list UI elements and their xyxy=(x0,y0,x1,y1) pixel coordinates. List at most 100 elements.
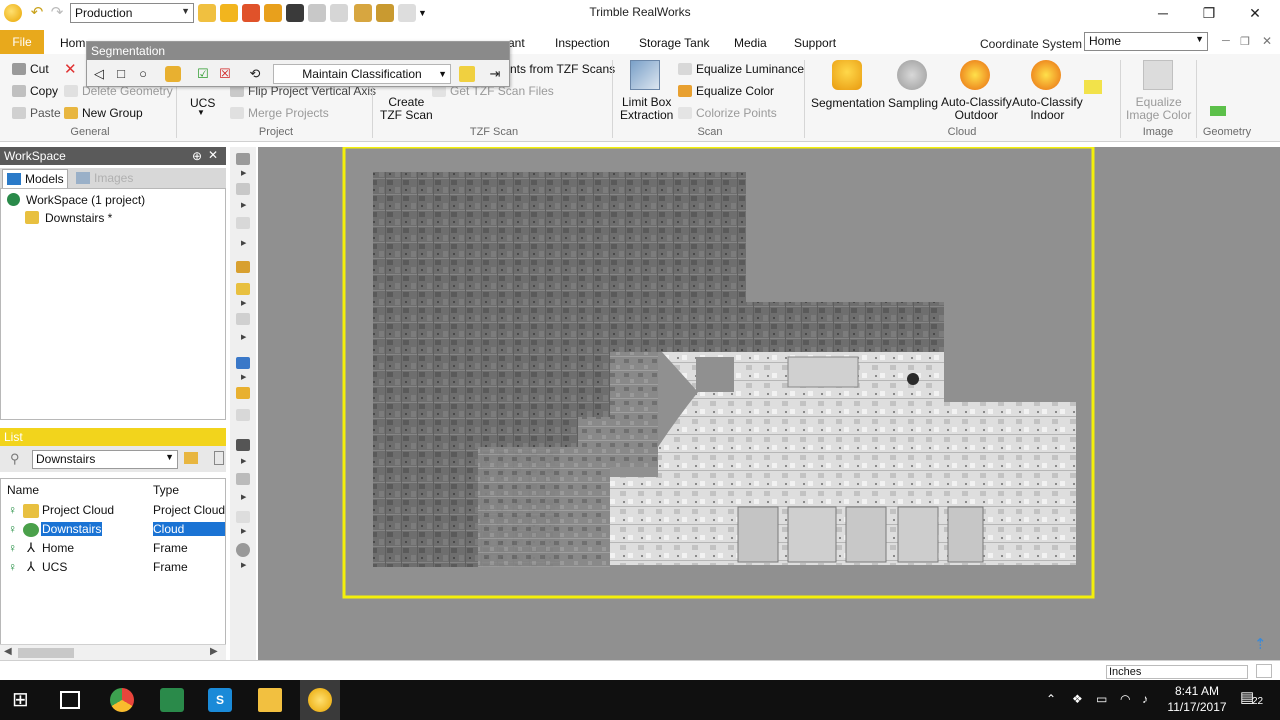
visibility-icon[interactable]: ♀ xyxy=(8,542,20,556)
chrome-icon[interactable] xyxy=(110,688,134,712)
display-icon[interactable] xyxy=(236,357,250,369)
segmentation-icon[interactable] xyxy=(832,60,862,90)
scroll-right-icon[interactable]: ▶ xyxy=(210,646,218,657)
windows-start-icon[interactable]: ⊞ xyxy=(12,688,36,712)
units-field[interactable]: Inches xyxy=(1106,665,1248,679)
chevron-right-icon[interactable]: ▶ xyxy=(241,239,246,247)
printer-icon[interactable] xyxy=(236,409,250,421)
coordinate-system-combo[interactable]: Home ▼ xyxy=(1084,32,1208,51)
dropbox-icon[interactable]: ❖ xyxy=(1072,692,1083,706)
task-view-icon[interactable] xyxy=(60,691,80,709)
polygon-select-icon[interactable]: ◁ xyxy=(91,66,107,82)
equalize-image-icon[interactable] xyxy=(1143,60,1173,90)
merge-projects-button[interactable]: Merge Projects xyxy=(230,106,329,120)
point-cloud-viewport[interactable]: ⇡ xyxy=(258,145,1280,660)
table-row[interactable]: ♀ Downstairs Cloud xyxy=(1,520,225,539)
geometry-icon[interactable] xyxy=(1210,106,1226,116)
chevron-right-icon[interactable]: ▶ xyxy=(241,169,246,177)
sheets-app-icon[interactable] xyxy=(160,688,184,712)
visibility-icon[interactable]: ♀ xyxy=(8,504,20,518)
tray-chevron-icon[interactable]: ⌃ xyxy=(1046,692,1056,706)
list-filter-combo[interactable]: Downstairs ▼ xyxy=(32,450,178,469)
table-row[interactable]: ♀ ⅄ Home Frame xyxy=(1,539,225,558)
close-button[interactable]: ✕ xyxy=(1232,0,1278,26)
close-icon[interactable]: ✕ xyxy=(208,148,218,162)
circle-select-icon[interactable]: ○ xyxy=(135,66,151,82)
column-header-name[interactable]: Name xyxy=(7,483,39,497)
sampling-button[interactable]: Sampling xyxy=(888,96,938,110)
colorize-points-button[interactable]: Colorize Points xyxy=(678,106,777,120)
orbit-icon[interactable] xyxy=(236,183,250,195)
copy-button[interactable]: Copy xyxy=(12,84,58,98)
table-row[interactable]: ♀ ⅄ UCS Frame xyxy=(1,558,225,577)
chevron-right-icon[interactable]: ▶ xyxy=(241,493,246,501)
scroll-left-icon[interactable]: ◀ xyxy=(4,646,12,657)
paste-button[interactable]: Paste xyxy=(12,106,61,120)
pin-icon[interactable]: ⊕ xyxy=(192,149,202,163)
tree-node-workspace[interactable]: WorkSpace (1 project) xyxy=(7,193,145,207)
visibility-icon[interactable]: ♀ xyxy=(8,561,20,575)
auto-classify-outdoor-icon[interactable] xyxy=(960,60,990,90)
tab-images[interactable]: Images xyxy=(72,169,137,188)
equalize-color-button[interactable]: Equalize Color xyxy=(678,84,774,98)
segmentation-toolbar-title[interactable]: Segmentation xyxy=(87,42,509,60)
sampling-icon[interactable] xyxy=(897,60,927,90)
chevron-right-icon[interactable]: ▶ xyxy=(241,457,246,465)
auto-classify-outdoor-button[interactable]: Auto-Classify Outdoor xyxy=(941,96,1012,122)
resize-grip-icon[interactable] xyxy=(1256,664,1272,678)
points-from-tzf-button[interactable]: nts from TZF Scans xyxy=(510,62,615,76)
ribbon-minimize-icon[interactable]: ─ xyxy=(1222,35,1230,47)
zoom-icon[interactable] xyxy=(236,283,250,295)
pan-icon[interactable] xyxy=(236,261,250,273)
chevron-right-icon[interactable]: ▶ xyxy=(241,561,246,569)
chevron-right-icon[interactable]: ▶ xyxy=(241,527,246,535)
limit-box-icon[interactable] xyxy=(630,60,660,90)
view-tool-icon[interactable] xyxy=(236,153,250,165)
equalize-luminance-button[interactable]: Equalize Luminance xyxy=(678,62,804,76)
limit-box-extraction-button[interactable]: Limit Box Extraction xyxy=(620,96,673,122)
ucs-chevron-icon[interactable]: ▼ xyxy=(197,108,205,117)
tab-support[interactable]: Support xyxy=(794,36,836,50)
create-tzf-button[interactable]: Create TZF Scan xyxy=(380,96,433,122)
exit-icon[interactable]: ⇥ xyxy=(487,66,503,82)
app-s-icon[interactable]: S xyxy=(208,688,232,712)
cut-button[interactable]: Cut xyxy=(12,62,49,76)
ribbon-close-icon[interactable]: ✕ xyxy=(1262,34,1272,48)
tab-models[interactable]: Models xyxy=(2,169,68,188)
visibility-icon[interactable]: ♀ xyxy=(8,523,20,537)
tab-home[interactable]: Hom xyxy=(60,36,85,50)
tab-file[interactable]: File xyxy=(0,30,44,54)
battery-icon[interactable]: ▭ xyxy=(1096,692,1107,706)
remove-inside-icon[interactable]: ☒ xyxy=(217,66,233,82)
restore-button[interactable]: ❐ xyxy=(1186,0,1232,26)
segment-cloud-icon[interactable] xyxy=(165,66,181,82)
system-clock[interactable]: 8:41 AM 11/17/2017 xyxy=(1160,683,1234,715)
column-header-type[interactable]: Type xyxy=(153,483,179,497)
tab-storage-tank[interactable]: Storage Tank xyxy=(639,36,710,50)
action-center-icon[interactable]: ▤ 22 xyxy=(1240,688,1266,710)
folder-up-icon[interactable] xyxy=(184,452,198,464)
segmentation-button[interactable]: Segmentation xyxy=(811,96,885,110)
tree-node-downstairs[interactable]: Downstairs * xyxy=(25,211,112,225)
chevron-right-icon[interactable]: ▶ xyxy=(241,201,246,209)
chevron-right-icon[interactable]: ▶ xyxy=(241,333,246,341)
document-icon[interactable] xyxy=(236,313,250,325)
wifi-icon[interactable]: ◠ xyxy=(1120,692,1130,706)
point-cloud-canvas[interactable] xyxy=(258,145,1280,660)
light-icon[interactable] xyxy=(236,511,250,523)
create-icon[interactable] xyxy=(459,66,475,82)
scroll-thumb[interactable] xyxy=(18,648,74,658)
rectangle-select-icon[interactable]: □ xyxy=(113,66,129,82)
table-row[interactable]: ♀ Project Cloud Project Cloud xyxy=(1,501,225,520)
classification-mode-combo[interactable]: Maintain Classification ▼ xyxy=(273,64,451,84)
page-icon[interactable] xyxy=(236,217,250,229)
list-options-icon[interactable] xyxy=(214,451,224,465)
keep-inside-icon[interactable]: ☑ xyxy=(195,66,211,82)
new-group-button[interactable]: New Group xyxy=(64,106,143,120)
chevron-right-icon[interactable]: ▶ xyxy=(241,373,246,381)
reset-icon[interactable]: ⟲ xyxy=(247,66,263,82)
tab-media[interactable]: Media xyxy=(734,36,767,50)
tab-inspection[interactable]: Inspection xyxy=(555,36,610,50)
auto-classify-indoor-icon[interactable] xyxy=(1031,60,1061,90)
list-horizontal-scrollbar[interactable]: ◀ ▶ xyxy=(0,644,226,660)
